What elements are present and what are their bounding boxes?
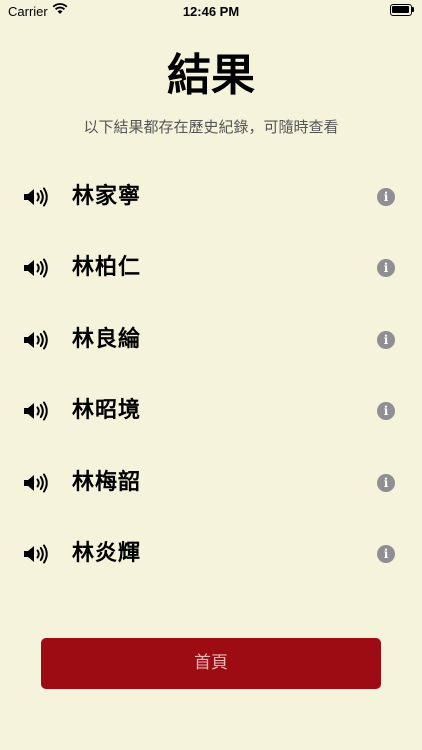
info-icon[interactable]: i xyxy=(377,188,395,206)
result-list: 林家寧 i 林柏仁 i 林良綸 i 林昭境 i 林梅韶 i 林炎輝 i xyxy=(0,162,422,590)
status-bar: Carrier 12:46 PM xyxy=(0,0,422,24)
result-row: 林家寧 i xyxy=(0,162,422,233)
result-name: 林炎輝 xyxy=(72,540,142,566)
status-time: 12:46 PM xyxy=(182,4,240,19)
result-row: 林良綸 i xyxy=(0,305,422,376)
info-icon[interactable]: i xyxy=(377,402,395,421)
speaker-icon[interactable] xyxy=(22,329,50,351)
info-icon[interactable]: i xyxy=(377,473,395,492)
speaker-icon[interactable] xyxy=(22,257,50,279)
result-name: 林良綸 xyxy=(72,326,142,352)
result-row: 林梅韶 i xyxy=(0,448,422,519)
info-icon[interactable]: i xyxy=(377,259,395,278)
home-button[interactable]: 首頁 xyxy=(41,638,381,689)
speaker-icon[interactable] xyxy=(22,472,50,494)
speaker-icon[interactable] xyxy=(22,186,50,208)
result-name: 林昭境 xyxy=(72,398,142,424)
battery-icon xyxy=(390,4,414,16)
result-name: 林梅韶 xyxy=(72,469,142,495)
page-subtitle: 以下結果都存在歷史紀錄，可隨時查看 xyxy=(83,118,339,136)
result-name: 林柏仁 xyxy=(72,255,142,281)
speaker-icon[interactable] xyxy=(22,400,50,422)
result-row: 林柏仁 i xyxy=(0,233,422,304)
result-name: 林家寧 xyxy=(72,184,142,209)
speaker-icon[interactable] xyxy=(22,543,50,565)
info-icon[interactable]: i xyxy=(377,544,395,563)
result-row: 林炎輝 i xyxy=(0,519,422,590)
result-row: 林昭境 i xyxy=(0,376,422,447)
info-icon[interactable]: i xyxy=(377,330,395,349)
page-title: 結果 xyxy=(167,50,255,101)
